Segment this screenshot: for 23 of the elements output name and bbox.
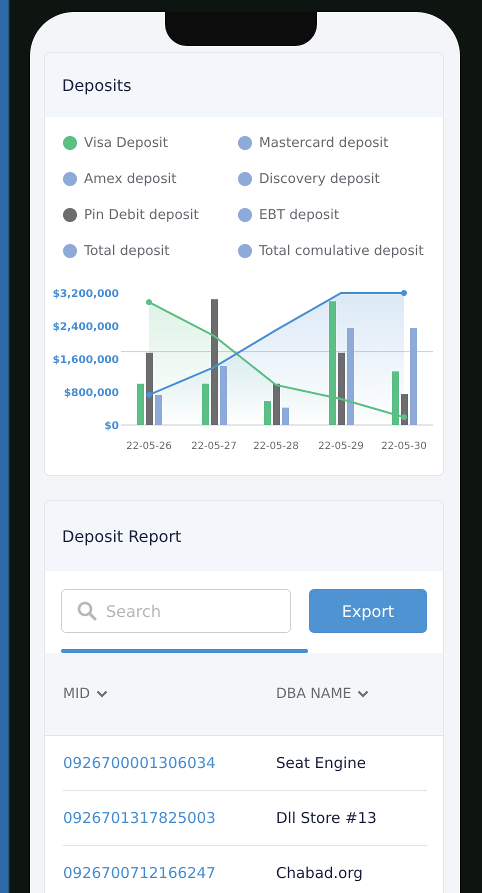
y-axis-label: $3,200,000 [52, 288, 119, 300]
legend-item: Visa Deposit [63, 135, 238, 151]
legend-item: Amex deposit [63, 171, 238, 187]
table-cell: Chabad.org [276, 864, 363, 882]
legend-item: Pin Debit deposit [63, 207, 238, 223]
x-axis-label: 22-05-26 [126, 441, 172, 452]
x-axis-label: 22-05-30 [381, 441, 427, 452]
x-axis-label: 22-05-29 [318, 441, 364, 452]
y-axis-label: $1,600,000 [52, 354, 119, 366]
legend-item: EBT deposit [238, 207, 443, 223]
card-title: Deposit Report [45, 501, 443, 571]
legend-item: Total comulative deposit [238, 243, 443, 259]
legend-item: Discovery deposit [238, 171, 443, 187]
legend-item: Mastercard deposit [238, 135, 443, 151]
table-cell: Seat Engine [276, 754, 366, 772]
table-cell: Dll Store #13 [276, 809, 377, 827]
card-title: Deposits [45, 53, 443, 117]
x-axis-label: 22-05-27 [191, 441, 237, 452]
x-axis-label: 22-05-28 [253, 441, 299, 452]
legend-item: Total deposit [63, 243, 238, 259]
y-axis-label: $2,400,000 [52, 321, 119, 333]
y-axis-label: $800,000 [64, 387, 119, 399]
y-axis-label: $0 [104, 420, 119, 432]
